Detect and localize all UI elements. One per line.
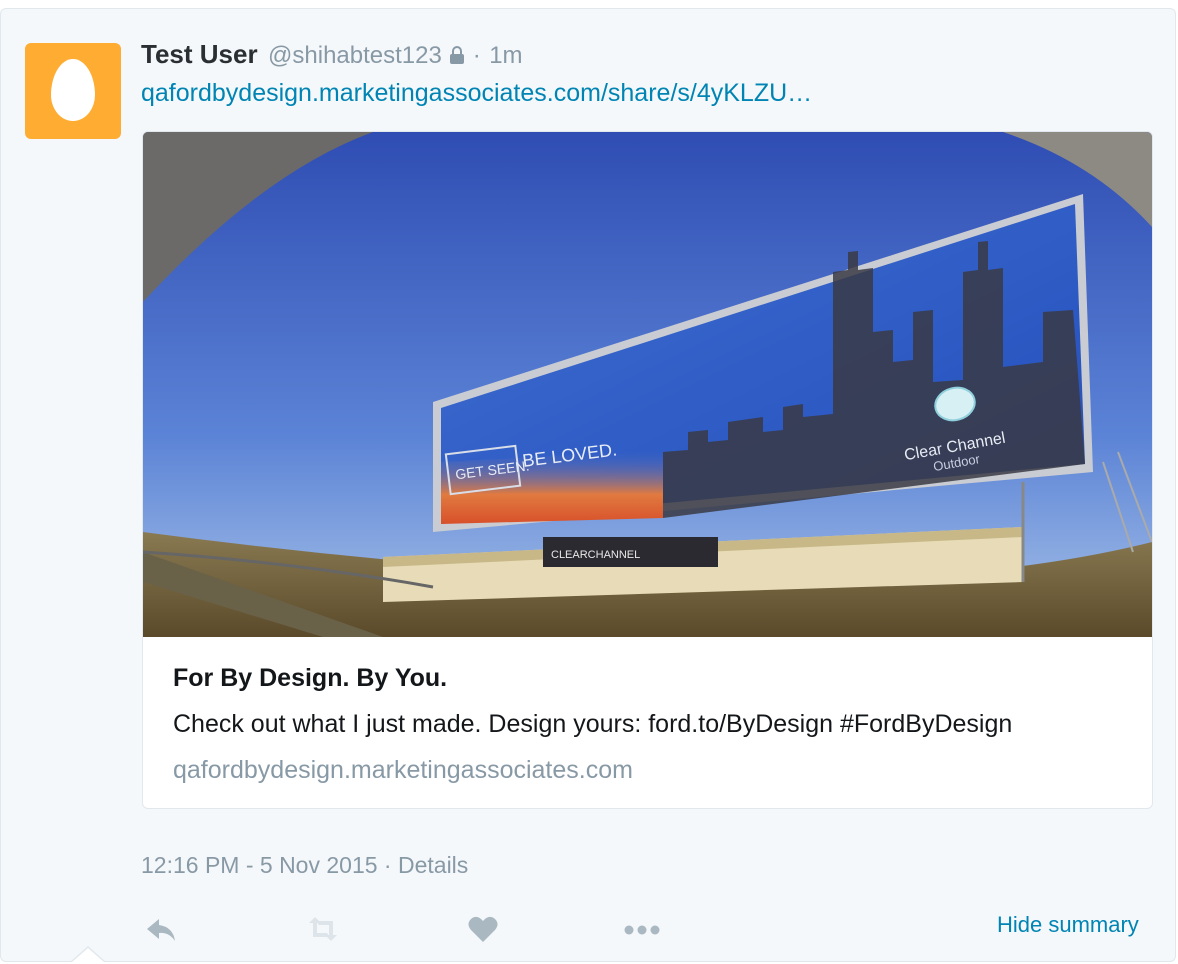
card-domain[interactable]: qafordbydesign.marketingassociates.com bbox=[173, 756, 633, 785]
details-link[interactable]: Details bbox=[398, 852, 468, 878]
like-button[interactable] bbox=[463, 909, 503, 949]
more-button[interactable] bbox=[621, 909, 661, 949]
egg-icon bbox=[51, 59, 95, 121]
link-card[interactable]: GET SEEN. BE LOVED. Clear Channel Outdoo… bbox=[142, 131, 1153, 809]
tweet[interactable]: Test User @shihabtest123 · 1m qafordbyde… bbox=[0, 8, 1176, 962]
fullname[interactable]: Test User bbox=[141, 39, 258, 69]
retweet-button bbox=[301, 909, 341, 949]
hide-summary-link[interactable]: Hide summary bbox=[997, 912, 1139, 938]
svg-text:CLEARCHANNEL: CLEARCHANNEL bbox=[551, 549, 640, 561]
card-image[interactable]: GET SEEN. BE LOVED. Clear Channel Outdoo… bbox=[143, 132, 1152, 637]
retweet-icon bbox=[309, 917, 337, 941]
card-description[interactable]: Check out what I just made. Design yours… bbox=[173, 710, 1012, 739]
heart-icon bbox=[468, 916, 498, 942]
tweet-time[interactable]: 1m bbox=[489, 42, 522, 69]
separator: · bbox=[472, 42, 481, 69]
timestamp-separator: · bbox=[377, 852, 398, 878]
username[interactable]: @shihabtest123 bbox=[268, 42, 442, 69]
card-title[interactable]: For By Design. By You. bbox=[173, 664, 447, 693]
reply-icon bbox=[147, 919, 175, 941]
more-icon bbox=[624, 925, 660, 935]
tweet-link[interactable]: qafordbydesign.marketingassociates.com/s… bbox=[141, 79, 812, 108]
tweet-caret-inner bbox=[72, 948, 104, 962]
lock-icon bbox=[450, 46, 465, 64]
timestamp-row: 12:16 PM - 5 Nov 2015 · Details bbox=[141, 852, 468, 879]
tweet-header: Test User @shihabtest123 · 1m bbox=[141, 39, 523, 70]
timestamp[interactable]: 12:16 PM - 5 Nov 2015 bbox=[141, 852, 378, 878]
avatar[interactable] bbox=[25, 43, 121, 139]
reply-button[interactable] bbox=[141, 909, 181, 949]
